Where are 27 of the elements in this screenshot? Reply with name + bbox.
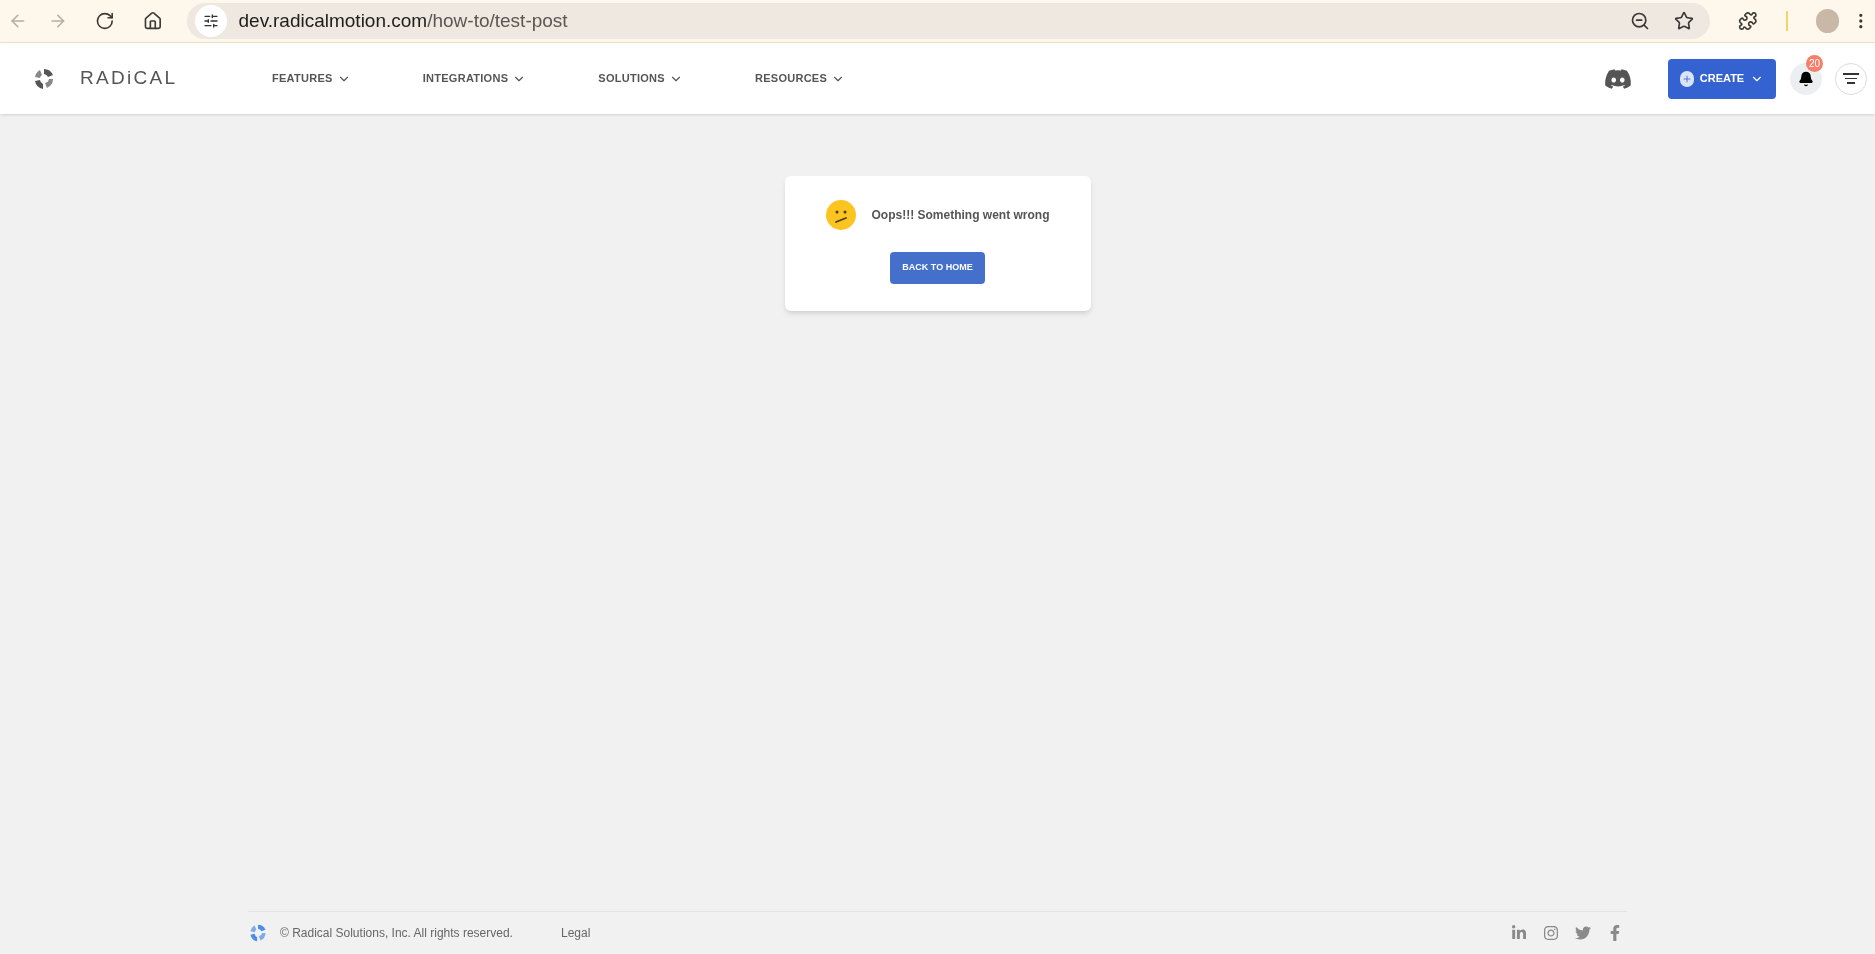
nav-menu-item[interactable]: SOLUTIONS [598, 70, 683, 87]
zoom-icon[interactable] [1630, 11, 1651, 31]
address-bar[interactable]: dev.radicalmotion.com/how-to/test-post [186, 3, 1711, 39]
url-text: dev.radicalmotion.com/how-to/test-post [238, 8, 568, 33]
back-to-home-button[interactable]: BACK TO HOME [890, 252, 985, 284]
instagram-icon[interactable] [1543, 925, 1559, 941]
extensions-icon[interactable] [1738, 11, 1758, 31]
logo-icon [32, 66, 56, 91]
bell-icon [1798, 70, 1814, 87]
copyright-text: © Radical Solutions, Inc. All rights reserved. [280, 925, 513, 942]
site-settings-icon[interactable] [202, 13, 219, 29]
create-button[interactable]: CREATE [1668, 58, 1776, 99]
error-message: Oops!!! Something went wrong [871, 207, 1050, 224]
home-icon[interactable] [142, 11, 163, 31]
plus-icon [1680, 70, 1694, 87]
nav-menu-item[interactable]: INTEGRATIONS [422, 70, 527, 87]
linkedin-icon[interactable] [1511, 925, 1527, 941]
notification-badge: 20 [1806, 54, 1823, 72]
nav-menu-item[interactable]: FEATURES [272, 70, 351, 87]
nav-menu-item[interactable]: RESOURCES [754, 70, 846, 87]
star-icon[interactable] [1674, 11, 1695, 31]
logo-text: RADiCAL [80, 66, 179, 91]
reload-icon[interactable] [95, 11, 115, 31]
logo-icon [248, 923, 268, 943]
confused-face-icon [825, 200, 856, 230]
twitter-icon[interactable] [1575, 925, 1591, 941]
footer-link[interactable]: Legal [560, 924, 591, 942]
